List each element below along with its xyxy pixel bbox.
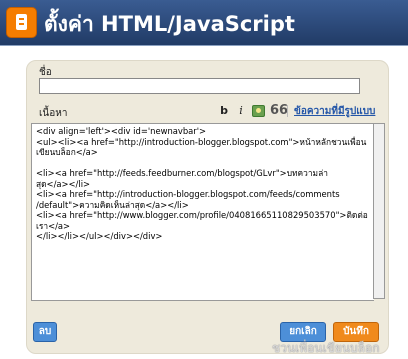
content-line: สุด</a></li>: [36, 178, 91, 189]
content-line: เรา</a>: [36, 220, 71, 231]
italic-button[interactable]: i: [235, 104, 247, 118]
content-line: <li><a href="http://feeds.feedburner.com…: [36, 168, 328, 178]
dialog-title: ตั้งค่า HTML/JavaScript: [44, 12, 295, 36]
rich-text-link[interactable]: ข้อความที่มีรูปแบบ: [294, 104, 375, 119]
toolbar-divider: [287, 105, 288, 117]
content-line: เขียนบล็อก</a>: [36, 147, 98, 157]
content-line: <li><a href="http://www.blogger.com/prof…: [36, 210, 368, 220]
insert-image-icon[interactable]: [252, 105, 265, 117]
blogger-logo-icon: [6, 7, 37, 38]
content-line: /default">ความคิดเห็นล่าสุด</a></li>: [36, 199, 189, 210]
content-line: <ul><li><a href="http://introduction-blo…: [36, 136, 367, 147]
content-line: [36, 158, 356, 169]
content-text: <div align='left'><div id='newnavbar'> <u…: [36, 126, 368, 242]
content-textarea[interactable]: <div align='left'><div id='newnavbar'> <u…: [31, 123, 374, 301]
settings-panel: ชื่อ เนื้อหา b i 66 ข้อความที่มีรูปแบบ <…: [26, 60, 389, 354]
content-line: <div align='left'><div id='newnavbar'>: [36, 126, 207, 136]
quote-button[interactable]: 66: [270, 104, 288, 118]
content-label: เนื้อหา: [39, 108, 68, 119]
bold-button[interactable]: b: [218, 104, 230, 118]
content-line: <li><a href="http://introduction-blogger…: [36, 189, 340, 199]
editor-toolbar: b i 66 ข้อความที่มีรูปแบบ: [218, 103, 375, 119]
dialog-titlebar: ตั้งค่า HTML/JavaScript: [0, 0, 408, 46]
content-line: </li></li></ul></div></div>: [36, 231, 163, 241]
watermark-text: ชวนเพื่อนเขียนบล็อก: [272, 341, 380, 355]
name-input[interactable]: [39, 78, 360, 94]
content-scrollbar[interactable]: [373, 123, 385, 299]
delete-button[interactable]: ลบ: [33, 322, 57, 342]
